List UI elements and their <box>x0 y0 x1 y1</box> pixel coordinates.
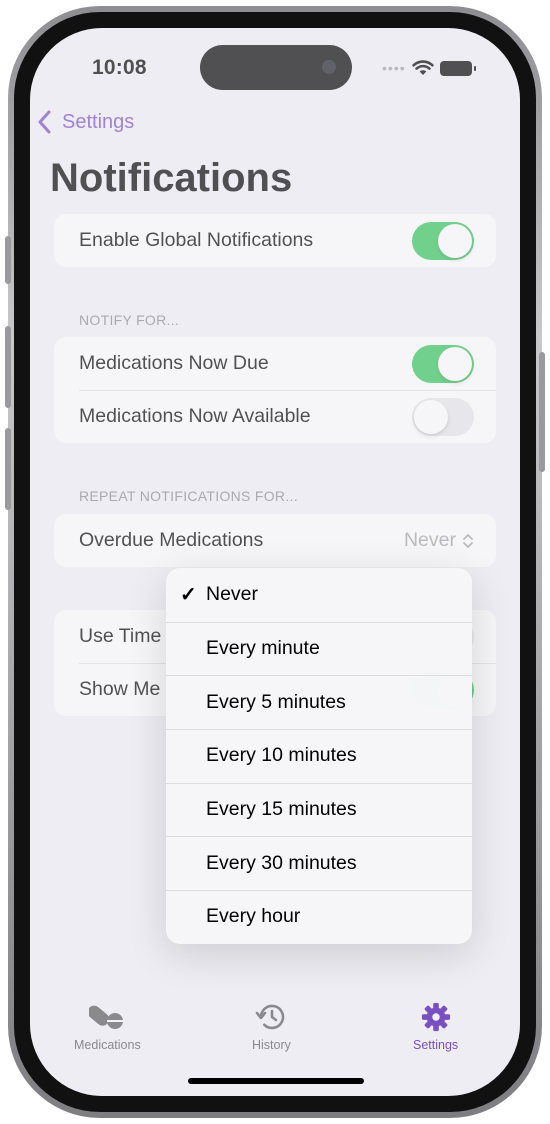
medications-now-available-row: Medications Now Available <box>54 390 496 443</box>
tab-history[interactable]: History <box>252 1002 291 1052</box>
history-icon <box>256 1004 285 1030</box>
checkmark-icon: ✓ <box>180 584 197 607</box>
medications-now-available-toggle[interactable] <box>412 397 474 436</box>
menu-option-never[interactable]: ✓ Never <box>166 568 472 622</box>
medications-now-due-toggle[interactable] <box>412 344 474 383</box>
dynamic-island <box>200 45 352 90</box>
menu-option-every-10-minutes[interactable]: Every 10 minutes <box>166 729 472 783</box>
menu-option-label: Every minute <box>206 637 320 660</box>
tab-label: Medications <box>74 1038 141 1052</box>
volume-up-button <box>5 326 11 408</box>
global-notifications-row: Enable Global Notifications <box>54 214 496 267</box>
menu-option-every-30-minutes[interactable]: Every 30 minutes <box>166 836 472 890</box>
menu-option-label: Never <box>206 583 259 606</box>
pills-icon <box>89 1005 124 1029</box>
menu-option-every-hour[interactable]: Every hour <box>166 890 472 944</box>
tab-medications[interactable]: Medications <box>74 1002 141 1052</box>
overdue-medications-label: Overdue Medications <box>79 529 264 551</box>
menu-option-every-15-minutes[interactable]: Every 15 minutes <box>166 782 472 837</box>
menu-option-every-minute[interactable]: Every minute <box>166 621 472 676</box>
show-me-label: Show Me <box>79 678 161 700</box>
tab-label: Settings <box>413 1038 459 1052</box>
global-notifications-toggle[interactable] <box>412 221 474 260</box>
tab-label: History <box>252 1038 291 1052</box>
medications-now-due-row: Medications Now Due <box>54 337 496 390</box>
notify-for-card: Medications Now Due Medications Now Avai… <box>54 337 496 443</box>
power-button <box>539 352 545 472</box>
medications-now-available-label: Medications Now Available <box>79 405 311 427</box>
page-title: Notifications <box>50 156 293 200</box>
chevron-up-down-icon <box>463 533 473 548</box>
toggle-knob <box>438 223 472 258</box>
menu-option-label: Every hour <box>206 905 301 928</box>
gear-icon <box>421 1002 450 1032</box>
overdue-medications-picker[interactable]: Never <box>404 529 474 552</box>
action-button <box>5 236 11 284</box>
repeat-interval-menu: ✓ Never Every minute Every 5 minutes Eve… <box>166 568 472 944</box>
tab-bar: Medications History Settings <box>30 990 520 1052</box>
status-time: 10:08 <box>92 56 147 79</box>
battery-icon <box>439 60 476 76</box>
picker-value: Never <box>403 529 456 551</box>
menu-option-label: Every 30 minutes <box>206 851 357 874</box>
tab-settings[interactable]: Settings <box>413 1002 458 1052</box>
medications-now-due-label: Medications Now Due <box>79 352 269 374</box>
home-indicator <box>188 1078 364 1084</box>
toggle-knob <box>438 346 472 381</box>
menu-option-label: Every 5 minutes <box>206 690 346 713</box>
cellular-signal-icon: •••• <box>382 60 406 76</box>
global-notifications-card: Enable Global Notifications <box>54 214 496 267</box>
back-button[interactable]: Settings <box>38 110 134 134</box>
volume-down-button <box>5 428 11 510</box>
camera-icon <box>322 60 336 74</box>
menu-option-every-5-minutes[interactable]: Every 5 minutes <box>166 675 472 729</box>
chevron-left-icon <box>38 110 51 134</box>
screen: 10:08 •••• Settings Notifications Enable… <box>30 28 520 1096</box>
overdue-medications-row[interactable]: Overdue Medications Never <box>54 514 496 567</box>
menu-option-label: Every 10 minutes <box>206 744 357 767</box>
status-icons: •••• <box>382 60 476 76</box>
repeat-card: Overdue Medications Never <box>54 514 496 567</box>
use-time-label: Use Time <box>79 625 162 647</box>
menu-option-label: Every 15 minutes <box>206 798 357 821</box>
toggle-knob <box>414 399 448 434</box>
wifi-icon <box>411 60 434 75</box>
repeat-notifications-header: REPEAT NOTIFICATIONS FOR... <box>79 488 298 504</box>
back-label: Settings <box>62 110 135 133</box>
notify-for-header: NOTIFY FOR... <box>79 312 180 328</box>
global-notifications-label: Enable Global Notifications <box>79 229 314 251</box>
